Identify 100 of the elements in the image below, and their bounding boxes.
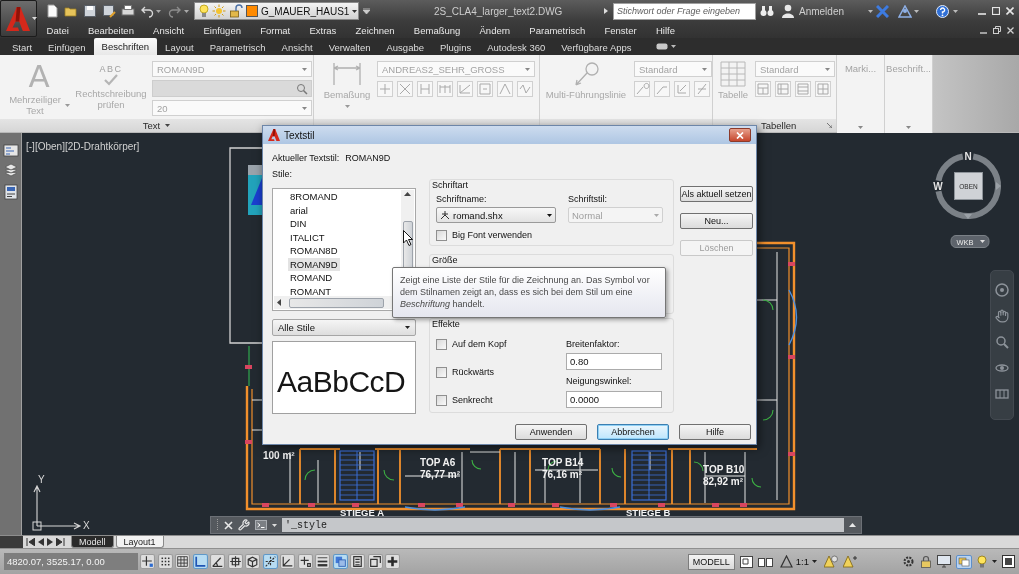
menu-item[interactable]: Bemaßung [404, 24, 470, 36]
previous-tab-icon[interactable] [38, 538, 44, 546]
checkbox[interactable] [436, 229, 447, 241]
plus-cursor-icon[interactable] [297, 554, 313, 569]
compass-west-label[interactable]: W [933, 181, 943, 192]
close-icon[interactable] [224, 520, 233, 530]
x-shape-icon[interactable] [876, 4, 889, 18]
zoom-icon[interactable] [995, 335, 1009, 349]
dotted-grid-icon[interactable] [157, 554, 173, 569]
ribbon-tab[interactable]: Verfügbare Apps [553, 39, 640, 55]
next-tab-icon[interactable] [47, 538, 53, 546]
user-icon[interactable] [781, 4, 794, 18]
color-swatch-icon[interactable] [246, 5, 258, 17]
circle-dot-icon[interactable] [995, 283, 1009, 297]
caret-icon[interactable] [352, 9, 358, 13]
triangle-icon[interactable] [779, 555, 793, 568]
cube-icon[interactable] [245, 554, 260, 569]
style-list-item[interactable]: ROMANT [288, 284, 334, 299]
menu-item[interactable]: Ändern [469, 24, 520, 36]
expand-arrow-icon[interactable] [603, 8, 608, 14]
customize-arrow-icon[interactable] [363, 8, 370, 14]
stacked-layers-icon[interactable] [2, 163, 19, 178]
lightbulb-icon[interactable] [977, 555, 987, 568]
property-sheet-icon[interactable] [350, 554, 365, 569]
hand-icon[interactable] [995, 309, 1009, 323]
ribbon-tab[interactable]: Einfügen [40, 39, 94, 55]
wrench-icon[interactable] [238, 519, 250, 531]
lightbulb-icon[interactable] [199, 4, 209, 18]
monitor-icon[interactable] [937, 555, 951, 568]
snap-square-icon[interactable] [227, 554, 243, 569]
panel-window-icon[interactable] [3, 184, 18, 200]
binoculars-icon[interactable] [759, 5, 774, 17]
redo-icon[interactable] [168, 4, 182, 18]
caret-icon[interactable] [992, 560, 997, 563]
menu-item[interactable]: Fenster [594, 24, 647, 36]
triangle-plus-icon[interactable] [843, 555, 857, 568]
two-rectangles-icon[interactable] [757, 555, 773, 568]
maximize-icon[interactable] [992, 7, 1000, 15]
first-tab-icon[interactable] [26, 538, 35, 546]
command-input-field[interactable]: '_style [282, 518, 844, 532]
command-prompt-icon[interactable] [255, 520, 267, 530]
search-field[interactable]: Stichwort oder Frage eingeben [612, 2, 756, 20]
padlock-icon[interactable] [920, 555, 932, 568]
tracking-lines-icon[interactable] [262, 554, 278, 569]
menu-item[interactable]: Datei [37, 24, 79, 36]
layered-sheets-icon[interactable] [956, 554, 972, 569]
menu-item[interactable]: Bearbeiten [78, 24, 144, 36]
style-list-item[interactable]: ITALICT [288, 230, 327, 245]
tool-palette-icon[interactable] [2, 142, 19, 157]
open-folder-icon[interactable] [64, 4, 78, 18]
dialog-button[interactable]: Abbrechen [597, 424, 669, 440]
right-angle-icon[interactable] [192, 554, 208, 569]
eye-icon[interactable] [995, 361, 1009, 375]
sheet-tab[interactable]: Layout1 [115, 536, 164, 548]
checkbox[interactable] [436, 394, 447, 406]
style-list-item[interactable]: ROMAN8D [288, 244, 340, 258]
framed-square-icon[interactable] [739, 555, 753, 568]
ribbon-tab[interactable]: Beschriften [93, 38, 158, 55]
rounded-bar-icon[interactable] [655, 43, 668, 50]
padlock-icon[interactable] [229, 4, 243, 18]
caret-icon[interactable] [670, 45, 676, 48]
menu-item[interactable]: Zeichnen [345, 24, 405, 36]
caret-icon[interactable] [405, 325, 410, 329]
style-filter-dropdown[interactable]: Alle Stile [272, 319, 416, 336]
caret-icon[interactable] [547, 213, 552, 217]
oblique-angle-field[interactable]: 0.0000 [566, 391, 662, 408]
new-file-icon[interactable] [45, 4, 59, 18]
dialog-button[interactable]: Hilfe [679, 424, 751, 440]
ribbon-tab[interactable]: Verwalten [320, 39, 379, 55]
model-space-button[interactable]: MODELL [687, 553, 735, 570]
restore-icon[interactable] [993, 26, 1001, 34]
sign-in-button[interactable]: Anmelden [796, 5, 846, 17]
width-factor-field[interactable]: 0.80 [566, 353, 662, 370]
stacked-squares-icon[interactable] [367, 554, 383, 569]
checkmark-icon[interactable] [104, 74, 118, 86]
drafting-compass-icon[interactable] [440, 210, 450, 220]
dialog-button[interactable]: Neu... [680, 213, 753, 229]
checkbox[interactable] [436, 366, 447, 378]
dialog-button[interactable]: Als aktuell setzen [680, 186, 753, 202]
diagonal-arrow-icon[interactable] [827, 123, 833, 128]
overlapping-squares-icon[interactable] [332, 554, 348, 569]
menu-item[interactable]: Ansicht [143, 24, 194, 36]
viewport-controls-label[interactable]: [-][Oben][2D-Drahtkörper] [26, 141, 140, 152]
caret-icon[interactable] [165, 124, 171, 127]
caret-icon[interactable] [32, 17, 37, 20]
thick-lines-icon[interactable] [315, 554, 330, 569]
caret-up-icon[interactable] [849, 523, 856, 527]
style-list-item[interactable]: 8ROMAND [288, 190, 340, 204]
compass-ring-drawing[interactable] [935, 153, 1002, 220]
menu-item[interactable]: Extras [299, 24, 346, 36]
sheet-tab[interactable]: Modell [71, 536, 114, 548]
close-icon[interactable] [1007, 26, 1014, 34]
save-as-icon[interactable] [102, 4, 116, 18]
ribbon-tab[interactable]: Parametrisch [201, 39, 274, 55]
style-list-item[interactable]: arial [288, 203, 310, 218]
help-icon[interactable] [936, 4, 949, 18]
caret-icon[interactable] [812, 560, 817, 563]
last-tab-icon[interactable] [56, 538, 65, 546]
close-icon[interactable] [1006, 7, 1014, 15]
annotation-scale-dropdown[interactable]: 1:1 [777, 553, 819, 570]
